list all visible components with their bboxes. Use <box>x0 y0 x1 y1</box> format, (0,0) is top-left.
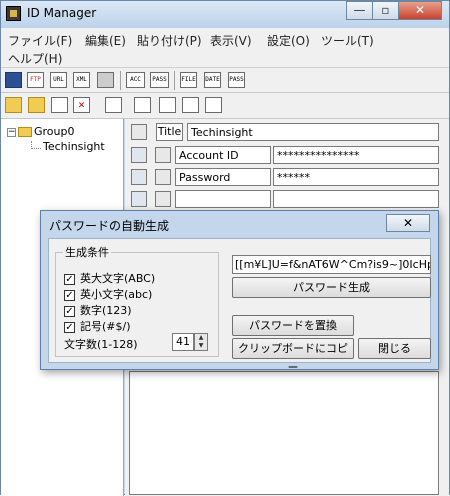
tree-item-techinsight[interactable]: Techinsight <box>43 140 105 153</box>
tree-item-label: Group0 <box>34 125 75 138</box>
option-lowercase[interactable]: ✓ 英小文字(abc) <box>64 286 152 302</box>
menu-help[interactable]: ヘルプ(H) <box>8 50 62 67</box>
custom-label-field[interactable] <box>175 190 271 208</box>
option-label: 記号(#$/) <box>80 320 131 333</box>
main-window: ID Manager — ▫ ✕ ファイル(F) 編集(E) 貼り付け(P) 表… <box>0 0 450 496</box>
title-bar: ID Manager — ▫ ✕ <box>1 1 449 28</box>
length-input[interactable]: 41 <box>172 333 194 351</box>
option-digits[interactable]: ✓ 数字(123) <box>64 302 132 318</box>
option-symbols[interactable]: ✓ 記号(#$/) <box>64 318 131 334</box>
field-icon[interactable] <box>155 191 171 207</box>
file-icon[interactable]: FILE <box>180 72 197 88</box>
account-value-field[interactable]: *************** <box>273 146 439 164</box>
group-label: 生成条件 <box>63 244 111 260</box>
menu-settings[interactable]: 設定(O) <box>267 32 310 49</box>
checkbox-checked-icon[interactable]: ✓ <box>64 273 75 285</box>
tree-item-group0[interactable]: − Group0 <box>7 125 75 138</box>
account-mask-icon[interactable]: ACC *** <box>126 72 145 88</box>
option-label: 数字(123) <box>80 304 132 317</box>
secondary-toolbar: ✕ <box>1 93 449 119</box>
password-label-field[interactable]: Password <box>175 168 271 186</box>
id-card-icon[interactable] <box>131 124 147 140</box>
title-label: Title <box>156 123 183 141</box>
title-field[interactable]: Techinsight <box>187 123 439 141</box>
password-gen-icon[interactable] <box>205 97 222 113</box>
spin-up-icon[interactable]: ▲ <box>195 334 207 342</box>
copy-icon[interactable] <box>131 169 147 185</box>
password-value-field[interactable]: ****** <box>273 168 439 186</box>
window-title: ID Manager <box>27 6 97 20</box>
checkbox-checked-icon[interactable]: ✓ <box>64 321 75 333</box>
account-icon[interactable] <box>155 147 171 163</box>
generate-button[interactable]: パスワード生成 <box>232 277 431 298</box>
collapse-icon[interactable]: − <box>7 127 16 137</box>
dialog-body: 生成条件 ✓ 英大文字(ABC) ✓ 英小文字(abc) ✓ 数字(123) ✓ 記号(… <box>48 238 431 374</box>
generated-password-field[interactable]: [[m¥L]U=f&nAT6W^Cm?is9~]0IcHp6WR <box>232 255 431 274</box>
copy-to-clipboard-button[interactable]: クリップボードにコピー <box>232 338 354 374</box>
new-item-icon[interactable] <box>51 97 68 113</box>
tree-connector <box>31 141 41 149</box>
account-label-field[interactable]: Account ID <box>175 146 271 164</box>
new-subfolder-icon[interactable] <box>28 97 45 113</box>
menu-bar: ファイル(F) 編集(E) 貼り付け(P) 表示(V) 設定(O) ツール(T)… <box>1 28 449 68</box>
replace-password-button[interactable]: パスワードを置換 <box>232 315 354 336</box>
maximize-button[interactable]: ▫ <box>372 1 399 20</box>
notes-area[interactable] <box>129 371 439 495</box>
ftp-icon[interactable]: FTP <box>27 72 44 88</box>
app-icon <box>6 6 21 21</box>
option-label: 英大文字(ABC) <box>80 272 156 285</box>
id-card-icon[interactable] <box>105 97 122 113</box>
save-icon[interactable] <box>5 72 22 88</box>
password-generator-dialog: パスワードの自動生成 ✕ 生成条件 ✓ 英大文字(ABC) ✓ 英小文字(abc) … <box>40 210 439 374</box>
checkbox-checked-icon[interactable]: ✓ <box>64 305 75 317</box>
main-toolbar: FTP URL XML ACC *** PASS *** FILE DATE P… <box>1 68 449 93</box>
new-entry-icon[interactable] <box>159 97 176 113</box>
menu-edit[interactable]: 編集(E) <box>85 32 126 49</box>
spin-down-icon[interactable]: ▼ <box>195 342 207 350</box>
length-spinner[interactable]: ▲ ▼ <box>194 333 208 351</box>
folder-icon <box>18 127 32 137</box>
checkbox-checked-icon[interactable]: ✓ <box>64 289 75 301</box>
close-window-button[interactable]: ✕ <box>398 1 442 20</box>
menu-view[interactable]: 表示(V) <box>210 32 252 49</box>
menu-file[interactable]: ファイル(F) <box>8 32 72 49</box>
copy-icon[interactable] <box>131 191 147 207</box>
new-folder-icon[interactable] <box>5 97 22 113</box>
id-card-alt-icon[interactable] <box>134 97 151 113</box>
password-icon[interactable] <box>155 169 171 185</box>
copy-icon[interactable] <box>131 147 147 163</box>
tree-item-label: Techinsight <box>43 140 105 153</box>
toolbar-separator <box>120 71 121 90</box>
date-icon[interactable]: DATE <box>204 72 221 88</box>
xml-icon[interactable]: XML <box>73 72 90 88</box>
option-label: 英小文字(abc) <box>80 288 153 301</box>
close-dialog-button[interactable]: 閉じる <box>358 338 431 359</box>
minimize-button[interactable]: — <box>346 1 373 20</box>
pass-icon[interactable]: PASS <box>228 72 245 88</box>
dialog-title: パスワードの自動生成 <box>49 219 170 233</box>
length-label: 文字数(1-128) <box>64 338 138 351</box>
menu-tools[interactable]: ツール(T) <box>321 32 374 49</box>
password-mask-icon[interactable]: PASS *** <box>150 72 169 88</box>
print-icon[interactable] <box>97 72 114 88</box>
dialog-close-button[interactable]: ✕ <box>386 214 430 232</box>
option-uppercase[interactable]: ✓ 英大文字(ABC) <box>64 270 155 286</box>
custom-value-field[interactable] <box>273 190 439 208</box>
menu-paste[interactable]: 貼り付け(P) <box>137 32 202 49</box>
delete-icon[interactable]: ✕ <box>73 97 90 113</box>
toolbar-separator <box>174 71 175 90</box>
url-icon[interactable]: URL <box>50 72 67 88</box>
window-icon[interactable] <box>182 97 199 113</box>
